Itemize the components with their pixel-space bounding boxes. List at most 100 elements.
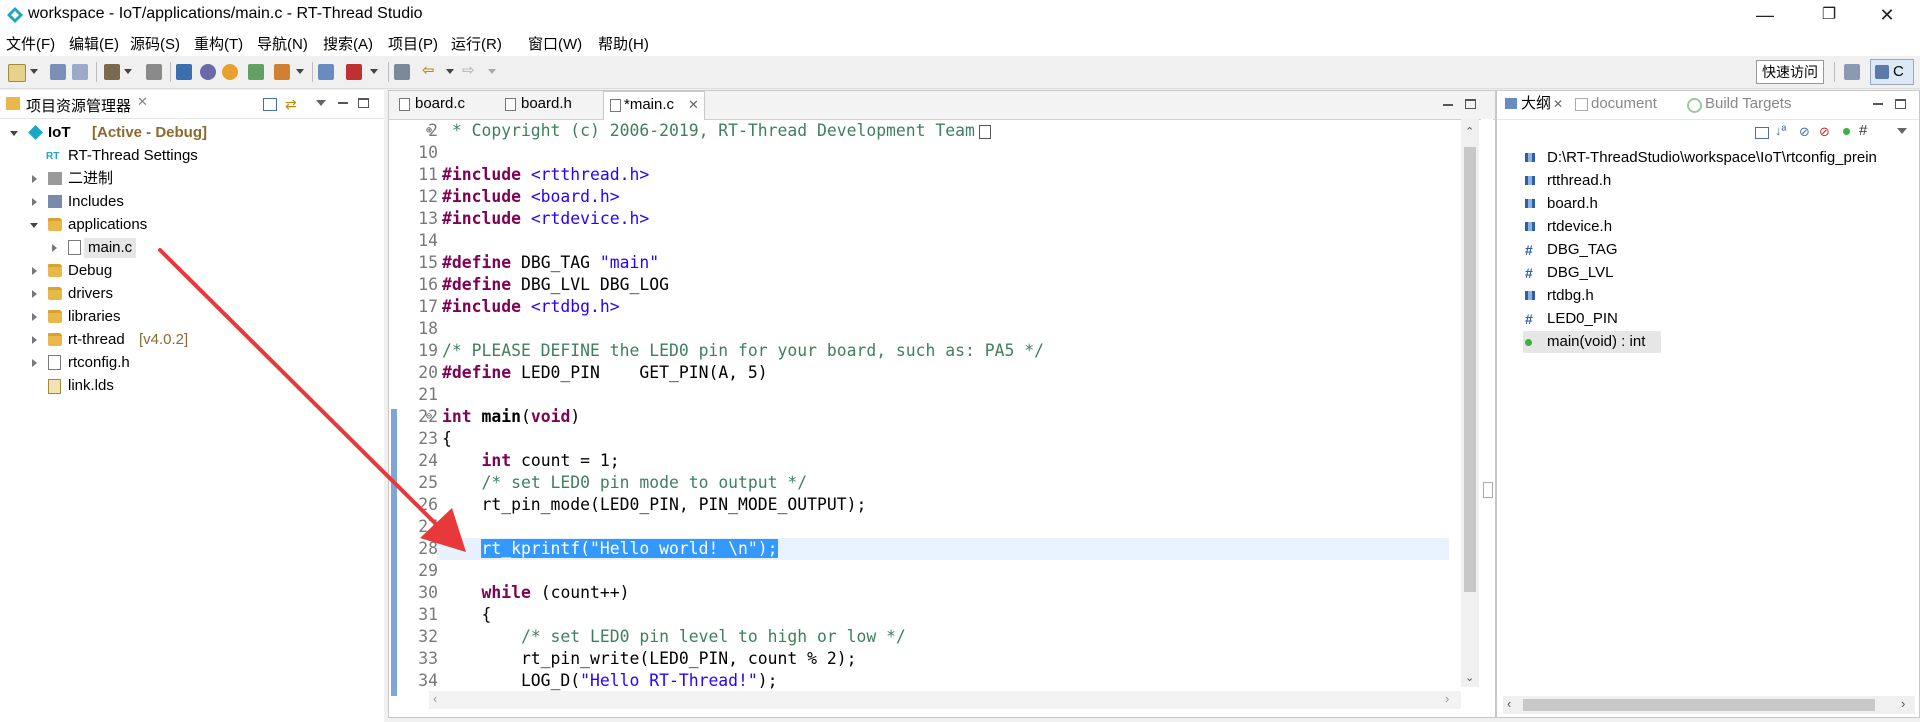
document-icon <box>1575 98 1588 111</box>
terminal-icon[interactable] <box>176 64 192 80</box>
code-keyword: #define <box>442 253 521 272</box>
minimize-view-icon[interactable] <box>1873 103 1883 105</box>
code-keyword: #include <box>442 165 531 184</box>
hide-nonpublic-icon[interactable] <box>1843 128 1850 135</box>
view-menu-icon[interactable] <box>316 100 326 106</box>
scrollbar-thumb[interactable] <box>1523 699 1875 711</box>
macro-icon: # <box>1525 311 1533 327</box>
link-editor-icon[interactable]: ⇄ <box>285 96 297 113</box>
code-editor[interactable]: 2 ⊕ * Copyright (c) 2006-2019, RT-Thread… <box>404 120 1484 694</box>
change-ruler <box>391 409 397 696</box>
line-number: 22 <box>418 407 438 426</box>
maximize-view-icon[interactable] <box>358 98 369 108</box>
tree-item-label: libraries <box>68 308 121 325</box>
code-text: (count++) <box>540 583 630 602</box>
line-number: 32 <box>418 627 438 646</box>
folder-icon <box>48 310 62 323</box>
menu-refactor[interactable]: 重构(T) <box>194 33 243 54</box>
maximize-view-icon[interactable] <box>1895 99 1906 109</box>
close-button[interactable]: ✕ <box>1864 2 1910 28</box>
chevron-down-icon[interactable] <box>446 69 454 74</box>
settings-icon: RT <box>46 151 60 162</box>
toolbar-divider <box>312 62 313 82</box>
fold-expand-icon[interactable]: ⊕ <box>426 120 432 142</box>
maximize-view-icon[interactable] <box>1465 99 1476 109</box>
code-text: rt_pin_write(LED0_PIN, count % 2); <box>442 649 857 668</box>
outline-item-label: rtdbg.h <box>1547 287 1594 304</box>
window-title: workspace - IoT/applications/main.c - RT… <box>28 5 423 22</box>
chevron-down-icon[interactable] <box>488 69 496 74</box>
folded-code-marker[interactable] <box>979 125 991 139</box>
line-number: 28 <box>418 539 438 558</box>
outline-item-selected[interactable]: main(void) : int <box>1523 331 1661 353</box>
folder-icon <box>48 333 62 346</box>
view-menu-icon[interactable] <box>1897 128 1907 134</box>
tab-document[interactable]: document <box>1571 91 1675 117</box>
minimize-button[interactable]: — <box>1742 2 1788 28</box>
tab-outline[interactable]: 大纲 ✕ <box>1501 91 1563 117</box>
menu-file[interactable]: 文件(F) <box>6 33 55 54</box>
code-keyword: #include <box>442 297 531 316</box>
menu-edit[interactable]: 编辑(E) <box>69 33 119 54</box>
chevron-down-icon[interactable] <box>370 69 378 74</box>
open-perspective-icon[interactable] <box>1844 64 1860 80</box>
fold-collapse-icon[interactable]: ⊖ <box>426 406 432 428</box>
close-view-icon[interactable]: ✕ <box>137 94 148 110</box>
open-type-icon[interactable] <box>318 64 334 80</box>
new-icon[interactable] <box>8 64 26 82</box>
forward-arrow-icon[interactable]: ⇨ <box>462 63 478 79</box>
scroll-left-icon[interactable]: ‹ <box>1507 696 1511 711</box>
project-explorer-title: 项目资源管理器 <box>26 98 132 115</box>
menu-source[interactable]: 源码(S) <box>130 33 180 54</box>
save-all-icon[interactable] <box>72 64 88 80</box>
save-icon[interactable] <box>50 64 66 80</box>
bookmark-icon[interactable] <box>346 64 362 80</box>
minimize-view-icon[interactable] <box>338 102 348 104</box>
perspective-c-button[interactable]: C <box>1870 59 1914 85</box>
tools-icon[interactable] <box>146 64 162 80</box>
include-icon <box>1525 176 1535 185</box>
chevron-down-icon[interactable] <box>30 69 38 74</box>
tab-build-targets[interactable]: Build Targets <box>1683 91 1813 117</box>
project-explorer-panel: 项目资源管理器 ✕ ⇄ IoT [Active - Debug] RT RT-T… <box>0 90 384 722</box>
quick-access-button[interactable]: 快速访问 <box>1756 60 1824 84</box>
tab-label: board.c <box>415 95 466 112</box>
chevron-down-icon[interactable] <box>124 69 132 74</box>
outline-horizontal-scrollbar[interactable]: ‹ › <box>1503 696 1915 714</box>
line-number: 13 <box>418 209 438 228</box>
toolbar-divider <box>96 62 97 82</box>
menu-help[interactable]: 帮助(H) <box>598 33 649 54</box>
hide-static-icon[interactable]: ⊘ <box>1819 124 1830 140</box>
hide-macros-icon[interactable]: # <box>1859 122 1867 139</box>
close-tab-icon[interactable]: ✕ <box>688 92 699 118</box>
menu-project[interactable]: 项目(P) <box>388 33 438 54</box>
overview-marker <box>1483 482 1493 498</box>
tab-main-c[interactable]: *main.c ✕ <box>603 91 705 120</box>
sort-icon[interactable]: ↓ª <box>1775 123 1786 138</box>
run-icon[interactable] <box>274 64 290 80</box>
code-keyword: void <box>530 407 571 426</box>
tab-label: *main.c <box>624 96 675 113</box>
collapse-all-icon[interactable] <box>1755 127 1769 139</box>
menu-window[interactable]: 窗口(W) <box>528 33 582 54</box>
tab-board-c[interactable]: board.c <box>393 91 493 117</box>
hide-fields-icon[interactable]: ⊘ <box>1799 124 1810 140</box>
collapse-all-icon[interactable] <box>263 98 277 111</box>
chevron-down-icon[interactable] <box>296 69 304 74</box>
toggle-view-icon[interactable] <box>394 64 410 80</box>
scroll-right-icon[interactable]: › <box>1901 696 1905 711</box>
back-arrow-icon[interactable]: ⇦ <box>422 63 438 79</box>
minimize-view-icon[interactable] <box>1443 104 1453 106</box>
code-keyword: int <box>442 407 482 426</box>
debug-icon[interactable] <box>200 64 216 80</box>
download-icon[interactable] <box>222 64 238 80</box>
close-tab-icon[interactable]: ✕ <box>1553 91 1563 117</box>
maximize-button[interactable]: ❐ <box>1806 2 1852 28</box>
menu-navigate[interactable]: 导航(N) <box>257 33 308 54</box>
menu-search[interactable]: 搜索(A) <box>323 33 373 54</box>
menu-run[interactable]: 运行(R) <box>451 33 502 54</box>
c-file-icon <box>399 98 410 111</box>
build-hammer-icon[interactable] <box>104 64 120 80</box>
sdk-manager-icon[interactable] <box>248 64 264 80</box>
tab-board-h[interactable]: board.h <box>499 91 599 117</box>
